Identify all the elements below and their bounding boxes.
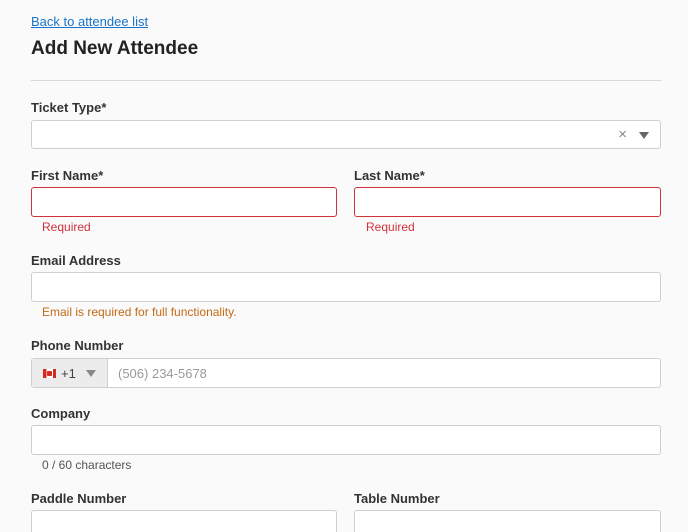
company-input[interactable]: [32, 426, 660, 454]
country-dial-code: +1: [61, 365, 76, 381]
table-number-input[interactable]: [355, 511, 660, 532]
table-number-field[interactable]: [354, 510, 661, 532]
phone-label: Phone Number: [31, 338, 124, 353]
ticket-type-select[interactable]: ×: [31, 120, 661, 149]
email-label: Email Address: [31, 253, 121, 268]
page-title: Add New Attendee: [31, 38, 199, 59]
last-name-label: Last Name*: [354, 168, 425, 183]
header-divider: [31, 80, 661, 81]
last-name-error: Required: [366, 220, 415, 234]
email-warning: Email is required for full functionality…: [42, 305, 237, 319]
last-name-input[interactable]: [355, 188, 660, 216]
company-field[interactable]: [31, 425, 661, 455]
canada-flag-icon: [43, 368, 56, 378]
clear-icon[interactable]: ×: [618, 127, 627, 143]
first-name-input[interactable]: [32, 188, 336, 216]
first-name-error: Required: [42, 220, 91, 234]
last-name-field[interactable]: [354, 187, 661, 217]
paddle-number-field[interactable]: [31, 510, 337, 532]
first-name-field[interactable]: [31, 187, 337, 217]
paddle-number-label: Paddle Number: [31, 491, 127, 506]
phone-input[interactable]: [108, 359, 660, 387]
ticket-type-label: Ticket Type*: [31, 100, 107, 115]
email-input[interactable]: [32, 273, 660, 301]
paddle-number-input[interactable]: [32, 511, 336, 532]
company-char-counter: 0 / 60 characters: [42, 458, 132, 472]
company-label: Company: [31, 406, 91, 421]
first-name-label: First Name*: [31, 168, 104, 183]
table-number-label: Table Number: [354, 491, 440, 506]
chevron-down-icon: [86, 370, 96, 377]
phone-field: +1: [31, 358, 661, 388]
chevron-down-icon[interactable]: [639, 132, 649, 139]
country-code-select[interactable]: +1: [32, 359, 108, 387]
email-field[interactable]: [31, 272, 661, 302]
back-to-attendee-list-link[interactable]: Back to attendee list: [31, 14, 148, 29]
